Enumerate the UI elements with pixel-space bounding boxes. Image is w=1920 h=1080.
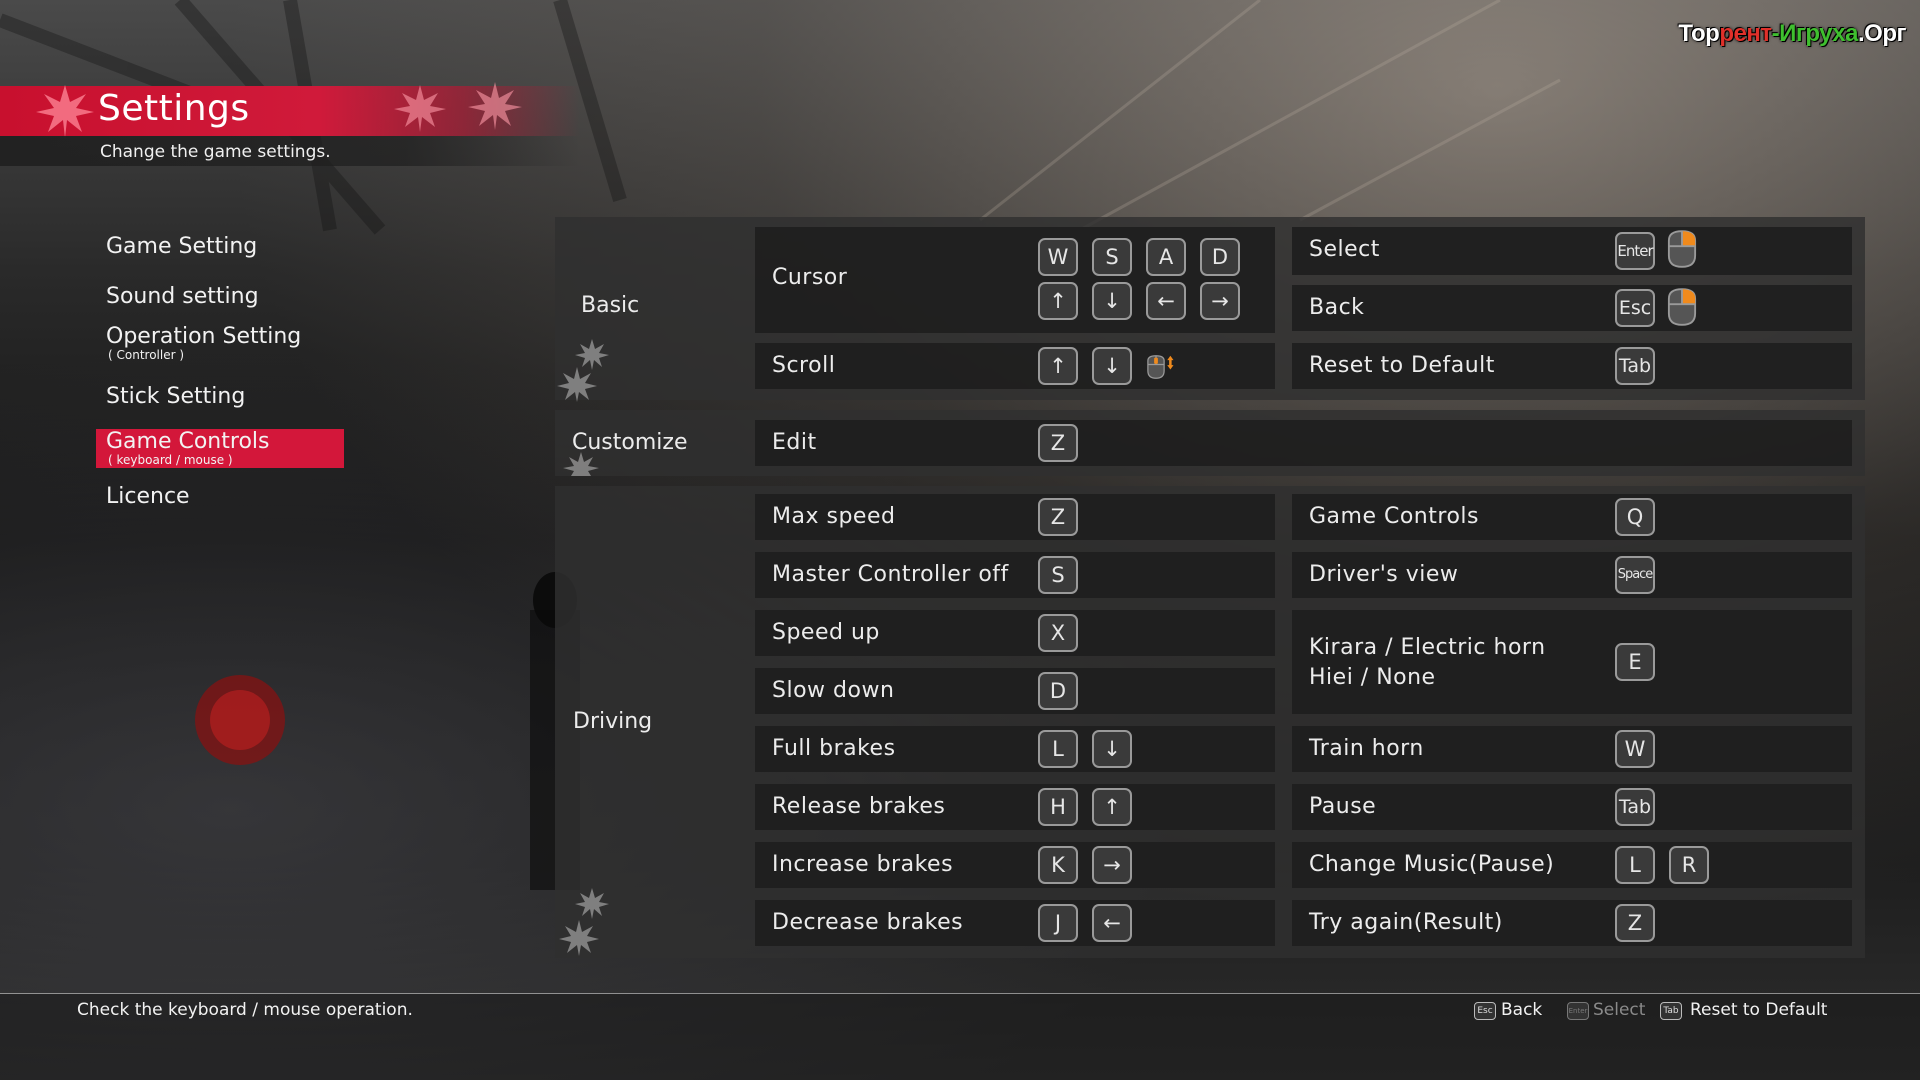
key-esc: Esc	[1615, 289, 1655, 327]
customize-section: Customize Edit Z	[555, 410, 1865, 476]
menu-item-game-controls[interactable]: Game Controls ( keyboard / mouse )	[96, 429, 344, 468]
menu-item-operation-setting[interactable]: Operation Setting ( Controller )	[96, 324, 344, 362]
footer-reset-button[interactable]: Reset to Default	[1690, 1000, 1827, 1020]
key-arrow-left: ←	[1092, 904, 1132, 942]
key-tab: Tab	[1615, 347, 1655, 385]
key-x: X	[1038, 614, 1078, 652]
key-arrow-up: ↑	[1092, 788, 1132, 826]
footer-esc-key-icon: Esc	[1474, 1002, 1496, 1020]
binding-drivers-view[interactable]: Driver's view Space	[1292, 552, 1852, 598]
binding-back[interactable]: Back Esc	[1292, 285, 1852, 331]
footer-hint: Check the keyboard / mouse operation.	[77, 1000, 413, 1020]
key-arrow-right: →	[1092, 846, 1132, 884]
key-j: J	[1038, 904, 1078, 942]
key-l: L	[1615, 846, 1655, 884]
binding-pause[interactable]: Pause Tab	[1292, 784, 1852, 830]
footer-tab-key-icon: Tab	[1660, 1002, 1682, 1020]
key-d: D	[1038, 672, 1078, 710]
binding-edit[interactable]: Edit Z	[755, 420, 1852, 466]
section-label-basic: Basic	[581, 293, 640, 318]
binding-try-again[interactable]: Try again(Result) Z	[1292, 900, 1852, 946]
binding-train-horn[interactable]: Train horn W	[1292, 726, 1852, 772]
binding-full-brakes[interactable]: Full brakes L ↓	[755, 726, 1275, 772]
key-h: H	[1038, 788, 1078, 826]
key-w: W	[1038, 238, 1078, 276]
footer-enter-key-icon: Enter	[1567, 1002, 1589, 1020]
watermark: Торрент-Игруха.Орг	[1678, 20, 1906, 47]
binding-increase-brakes[interactable]: Increase brakes K →	[755, 842, 1275, 888]
binding-reset-to-default[interactable]: Reset to Default Tab	[1292, 343, 1852, 389]
binding-max-speed[interactable]: Max speed Z	[755, 494, 1275, 540]
key-arrow-down: ↓	[1092, 282, 1132, 320]
key-arrow-right: →	[1200, 282, 1240, 320]
page-title: Settings	[98, 88, 250, 129]
key-d: D	[1200, 238, 1240, 276]
key-z: Z	[1615, 904, 1655, 942]
key-s: S	[1038, 556, 1078, 594]
key-w: W	[1615, 730, 1655, 768]
key-k: K	[1038, 846, 1078, 884]
footer-back-button[interactable]: Back	[1501, 1000, 1542, 1020]
binding-game-controls[interactable]: Game Controls Q	[1292, 494, 1852, 540]
key-e: E	[1615, 643, 1655, 681]
key-a: A	[1146, 238, 1186, 276]
maple-leaf-icon	[563, 452, 599, 476]
menu-item-licence[interactable]: Licence	[96, 484, 344, 509]
binding-select[interactable]: Select Enter	[1292, 227, 1852, 275]
page-subtitle: Change the game settings.	[100, 142, 331, 162]
mouse-right-click-icon	[1667, 288, 1697, 326]
maple-leaf-icon	[36, 85, 94, 138]
binding-change-music[interactable]: Change Music(Pause) L R	[1292, 842, 1852, 888]
key-tab: Tab	[1615, 788, 1655, 826]
maple-leaf-icon	[557, 339, 609, 402]
binding-decrease-brakes[interactable]: Decrease brakes J ←	[755, 900, 1275, 946]
key-z: Z	[1038, 498, 1078, 536]
menu-item-stick-setting[interactable]: Stick Setting	[96, 384, 344, 409]
key-arrow-down: ↓	[1092, 347, 1132, 385]
maple-leaf-icon	[559, 888, 609, 956]
driving-section: Driving Max speed Z Master Controller of…	[555, 486, 1865, 958]
key-arrow-down: ↓	[1092, 730, 1132, 768]
menu-item-sound-setting[interactable]: Sound setting	[96, 284, 344, 309]
binding-slow-down[interactable]: Slow down D	[755, 668, 1275, 714]
section-label-driving: Driving	[573, 709, 653, 734]
key-l: L	[1038, 730, 1078, 768]
menu-item-game-setting[interactable]: Game Setting	[96, 234, 344, 259]
key-arrow-left: ←	[1146, 282, 1186, 320]
basic-section: Basic Cursor W S A D ↑ ↓ ← → Scroll ↑ ↓ …	[555, 217, 1865, 402]
binding-horn-select[interactable]: Kirara / Electric horn Hiei / None E	[1292, 610, 1852, 714]
key-arrow-up: ↑	[1038, 282, 1078, 320]
mouse-wheel-icon	[1147, 355, 1174, 379]
maple-leaf-icon	[394, 82, 522, 132]
binding-speed-up[interactable]: Speed up X	[755, 610, 1275, 656]
footer-select-button[interactable]: Select	[1593, 1000, 1645, 1020]
key-s: S	[1092, 238, 1132, 276]
mouse-left-click-icon	[1667, 230, 1697, 268]
key-q: Q	[1615, 498, 1655, 536]
key-r: R	[1669, 846, 1709, 884]
key-space: Space	[1615, 556, 1655, 594]
binding-release-brakes[interactable]: Release brakes H ↑	[755, 784, 1275, 830]
key-z: Z	[1038, 424, 1078, 462]
binding-cursor[interactable]: Cursor W S A D ↑ ↓ ← →	[755, 227, 1275, 333]
binding-master-controller-off[interactable]: Master Controller off S	[755, 552, 1275, 598]
key-enter: Enter	[1615, 232, 1655, 270]
binding-scroll[interactable]: Scroll ↑ ↓	[755, 343, 1275, 389]
key-arrow-up: ↑	[1038, 347, 1078, 385]
